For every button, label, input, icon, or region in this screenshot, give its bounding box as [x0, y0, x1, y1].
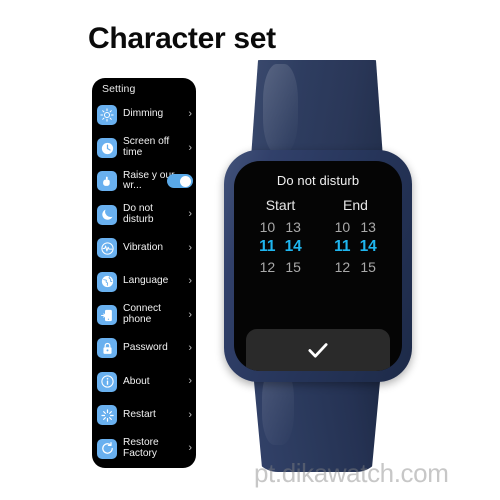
- sidebar-item-raise-wrist[interactable]: Raise y our wr...: [92, 165, 196, 198]
- vibration-icon: [97, 238, 117, 259]
- wheel-option-selected[interactable]: 14: [285, 237, 302, 257]
- chevron-right-icon: ›: [188, 208, 192, 221]
- clock-icon: [97, 138, 117, 159]
- sidebar-item-label: About: [123, 375, 150, 387]
- settings-panel: Setting Dimming › Screen off time › Rais…: [92, 78, 196, 468]
- sidebar-item-label: Restart: [123, 408, 156, 420]
- chevron-right-icon: ›: [188, 341, 192, 354]
- site-watermark: pt.dikawatch.com: [254, 458, 449, 488]
- sidebar-item-shutdown[interactable]: Shutdown ›: [92, 465, 196, 468]
- watch-screen: Do not disturb Start End 10 11 12 13 14 …: [234, 161, 402, 371]
- smartwatch-product-image: Do not disturb Start End 10 11 12 13 14 …: [208, 60, 428, 472]
- raise-wrist-icon: [97, 171, 117, 192]
- sidebar-item-language[interactable]: Language ›: [92, 265, 196, 298]
- wheel-option[interactable]: 12: [260, 257, 276, 277]
- wheel-option[interactable]: 13: [360, 217, 376, 237]
- picker-header-start: Start: [265, 197, 296, 213]
- sidebar-item-label: Connect phone: [123, 303, 161, 326]
- toggle-knob: [180, 175, 192, 187]
- end-time-picker[interactable]: 10 11 12 13 14 15: [318, 217, 393, 277]
- sidebar-item-screen-off-time[interactable]: Screen off time ›: [92, 131, 196, 164]
- chevron-right-icon: ›: [188, 275, 192, 288]
- sidebar-item-label: Restore Factory: [123, 437, 159, 459]
- wheel-option[interactable]: 13: [285, 217, 301, 237]
- end-minute-wheel[interactable]: 13 14 15: [360, 217, 377, 277]
- raise-wrist-toggle[interactable]: [167, 174, 193, 189]
- chevron-right-icon: ›: [188, 442, 192, 455]
- info-icon: [97, 371, 117, 392]
- lock-icon: [97, 338, 117, 359]
- chevron-right-icon: ›: [188, 141, 192, 154]
- wheel-option-selected[interactable]: 11: [259, 237, 275, 257]
- connect-phone-icon: [97, 305, 117, 326]
- end-hour-wheel[interactable]: 10 11 12: [334, 217, 350, 277]
- restore-icon: [97, 438, 117, 459]
- sidebar-item-password[interactable]: Password ›: [92, 332, 196, 365]
- settings-list: Dimming › Screen off time › Raise y our …: [92, 98, 196, 468]
- start-time-picker[interactable]: 10 11 12 13 14 15: [243, 217, 318, 277]
- sidebar-item-label: Do not disturb: [123, 203, 154, 225]
- sidebar-item-label: Language: [123, 275, 169, 287]
- sidebar-item-vibration[interactable]: Vibration ›: [92, 232, 196, 265]
- chevron-right-icon: ›: [188, 108, 192, 121]
- confirm-button[interactable]: [246, 329, 390, 371]
- wheel-option[interactable]: 10: [260, 217, 276, 237]
- chevron-right-icon: ›: [188, 375, 192, 388]
- sidebar-item-label: Dimming: [123, 108, 164, 120]
- screen-title: Do not disturb: [276, 173, 360, 188]
- wheel-option[interactable]: 15: [285, 257, 301, 277]
- picker-headers: Start End: [243, 197, 393, 213]
- sidebar-item-restart[interactable]: Restart ›: [92, 399, 196, 432]
- check-icon: [305, 337, 331, 363]
- sidebar-item-about[interactable]: About ›: [92, 365, 196, 398]
- wheel-option-selected[interactable]: 11: [334, 237, 350, 257]
- globe-icon: [97, 271, 117, 292]
- sidebar-item-dimming[interactable]: Dimming ›: [92, 98, 196, 131]
- time-pickers: 10 11 12 13 14 15 10 11 12 13 14 15: [243, 217, 393, 277]
- sidebar-item-label: Password: [123, 342, 168, 354]
- sidebar-item-connect-phone[interactable]: Connect phone ›: [92, 298, 196, 331]
- sidebar-item-label: Vibration: [123, 241, 164, 253]
- wheel-option-selected[interactable]: 14: [360, 237, 377, 257]
- moon-icon: [97, 204, 117, 225]
- sidebar-item-label: Screen off time: [123, 136, 170, 159]
- chevron-right-icon: ›: [188, 408, 192, 421]
- wheel-option[interactable]: 15: [360, 257, 376, 277]
- settings-header: Setting: [102, 83, 136, 95]
- page-title: Character set: [88, 22, 276, 55]
- brightness-icon: [97, 104, 117, 125]
- chevron-right-icon: ›: [188, 241, 192, 254]
- watch-body: Do not disturb Start End 10 11 12 13 14 …: [224, 150, 412, 382]
- start-hour-wheel[interactable]: 10 11 12: [259, 217, 275, 277]
- sidebar-item-restore-factory[interactable]: Restore Factory ›: [92, 432, 196, 465]
- picker-header-end: End: [343, 197, 368, 213]
- chevron-right-icon: ›: [188, 308, 192, 321]
- wheel-option[interactable]: 12: [335, 257, 351, 277]
- sidebar-item-do-not-disturb[interactable]: Do not disturb ›: [92, 198, 196, 231]
- start-minute-wheel[interactable]: 13 14 15: [285, 217, 302, 277]
- wheel-option[interactable]: 10: [335, 217, 351, 237]
- restart-icon: [97, 405, 117, 426]
